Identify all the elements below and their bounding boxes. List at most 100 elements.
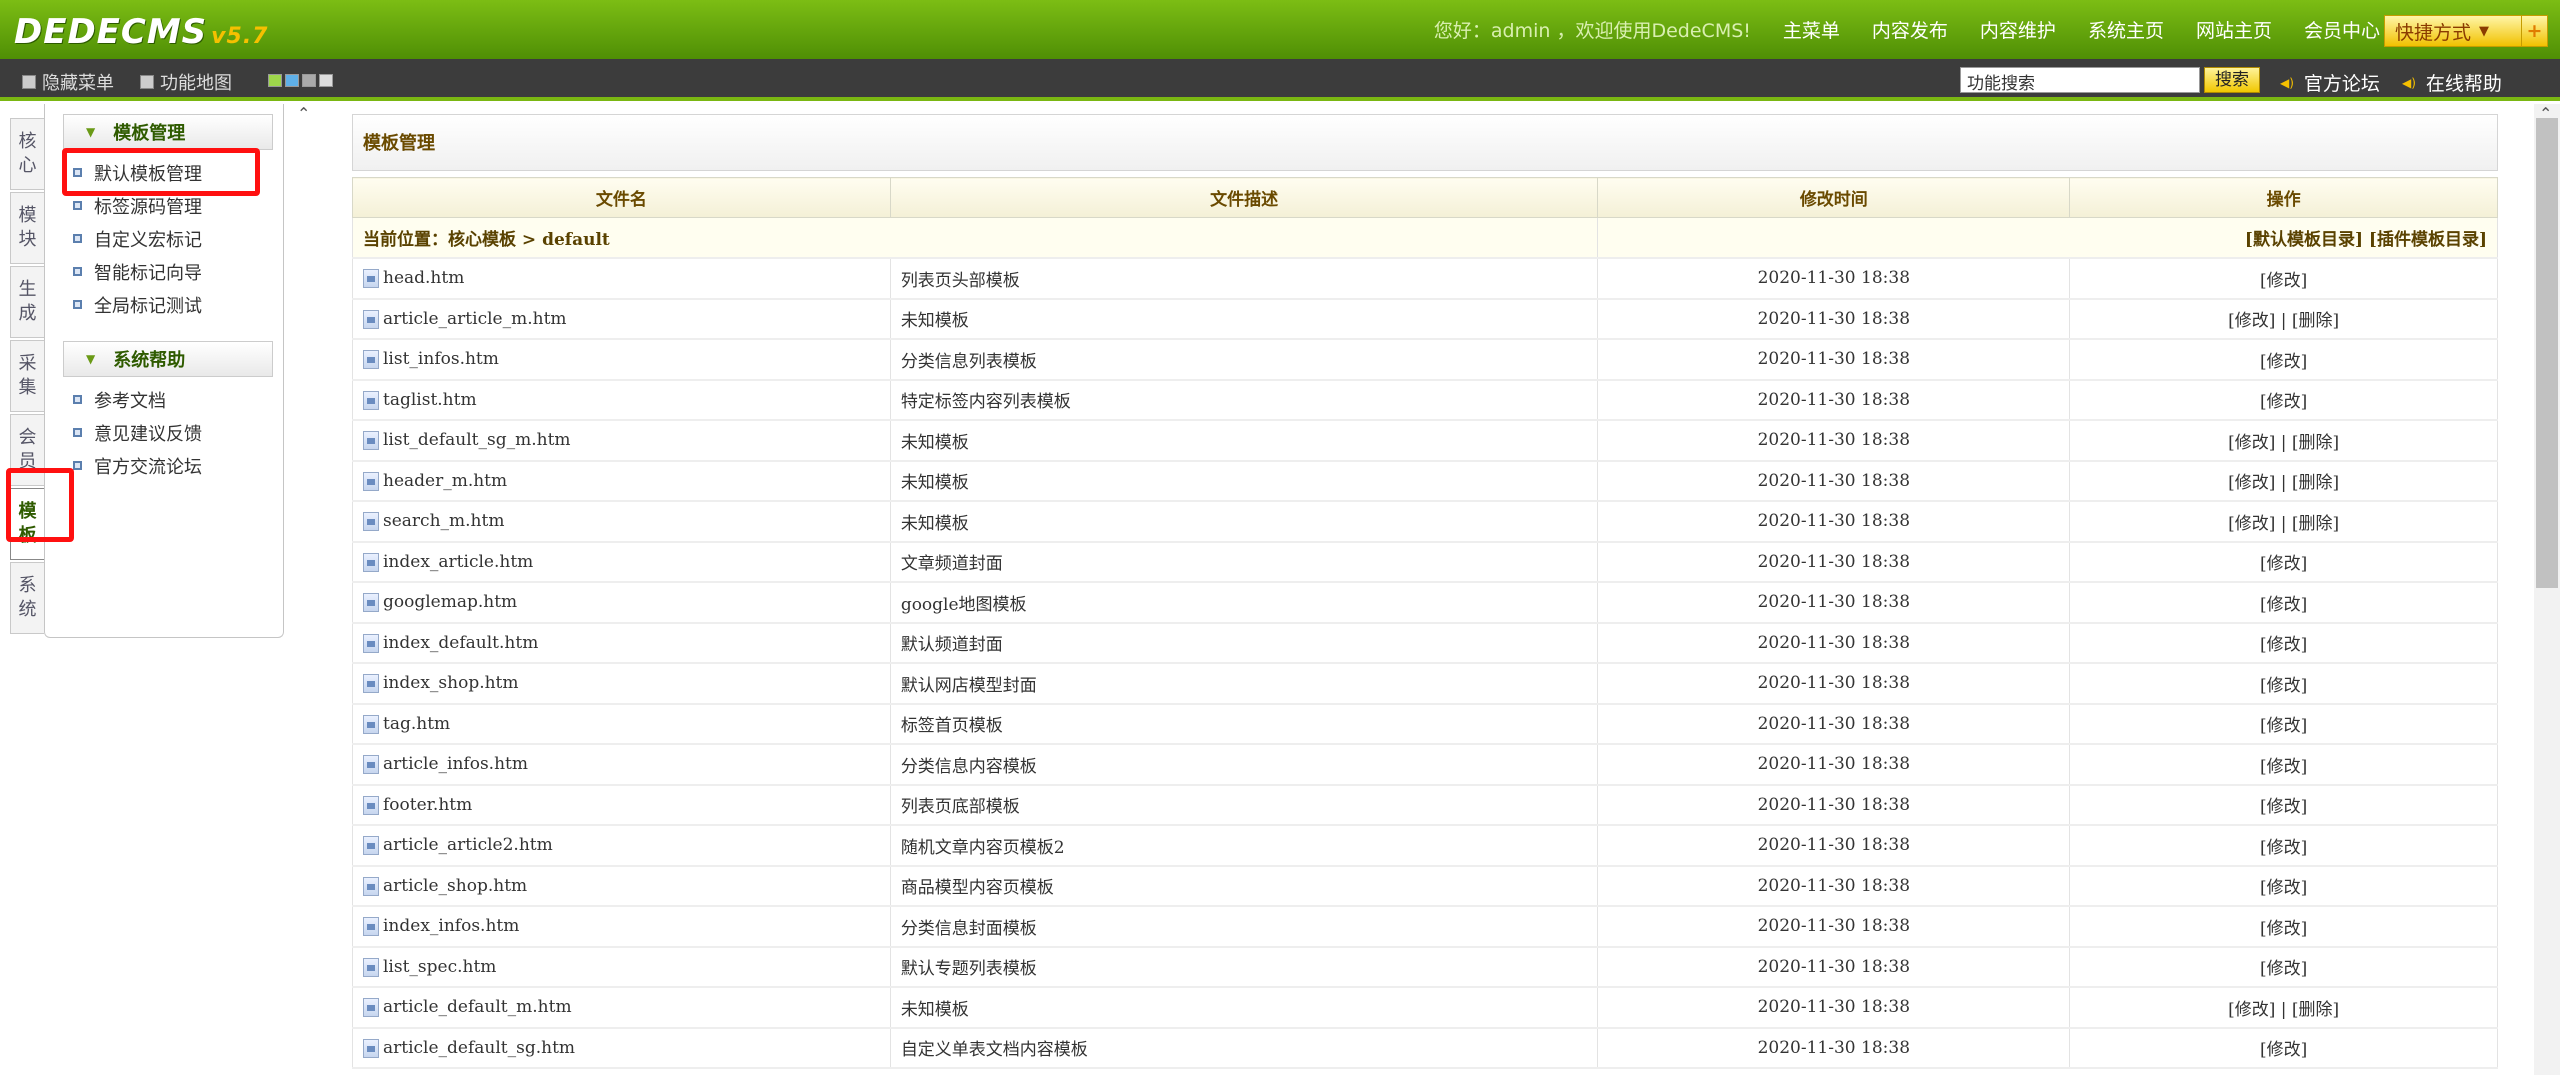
file-name-cell[interactable]: list_infos.htm xyxy=(352,338,891,381)
nav-site-home[interactable]: 网站主页 xyxy=(2196,16,2272,43)
table-row: search_m.htm 未知模板 2020-11-30 18:38 [修改] | [… xyxy=(352,500,2498,543)
actions-cell[interactable]: [修改] xyxy=(2069,622,2498,664)
file-name-cell[interactable]: article_shop.htm xyxy=(352,865,891,907)
scroll-up-icon[interactable]: ⌃ xyxy=(297,104,310,123)
skin-light[interactable] xyxy=(319,74,333,87)
file-name-cell[interactable]: article_article_m.htm xyxy=(352,298,891,340)
file-name-cell[interactable]: article_default_sg.htm xyxy=(352,1027,891,1069)
site-map-button[interactable]: 功能地图 xyxy=(140,69,232,95)
file-desc-cell: 默认专题列表模板 xyxy=(889,946,1599,988)
file-name-cell[interactable]: taglist.htm xyxy=(352,379,891,421)
hide-menu-button[interactable]: 隐藏菜单 xyxy=(22,69,114,95)
file-name-cell[interactable]: article_article2.htm xyxy=(352,824,891,867)
file-name-cell[interactable]: index_shop.htm xyxy=(352,662,891,705)
file-desc-cell: 分类信息列表模板 xyxy=(889,338,1599,381)
tab-member[interactable]: 会员 xyxy=(10,414,44,486)
skin-blue[interactable] xyxy=(285,74,299,87)
nav-content-publish[interactable]: 内容发布 xyxy=(1872,16,1948,43)
nav-member-center[interactable]: 会员中心 xyxy=(2304,16,2380,43)
file-icon xyxy=(363,512,379,532)
menu-item-tag-source[interactable]: 标签源码管理 xyxy=(73,189,283,222)
file-icon xyxy=(363,350,379,370)
actions-cell[interactable]: [修改] xyxy=(2069,662,2498,705)
modified-time-cell: 2020-11-30 18:38 xyxy=(1597,784,2071,826)
file-icon xyxy=(363,633,379,653)
actions-cell[interactable]: [修改] xyxy=(2069,703,2498,745)
nav-system-home[interactable]: 系统主页 xyxy=(2088,16,2164,43)
menu-item-tag-wizard[interactable]: 智能标记向导 xyxy=(73,255,283,288)
actions-cell[interactable]: [修改] | [删除] xyxy=(2069,986,2498,1029)
skin-gray[interactable] xyxy=(302,74,316,87)
actions-cell[interactable]: [修改] | [删除] xyxy=(2069,298,2498,340)
file-desc-cell: 未知模板 xyxy=(889,419,1599,462)
nav-content-maintain[interactable]: 内容维护 xyxy=(1980,16,2056,43)
actions-cell[interactable]: [修改] xyxy=(2069,784,2498,826)
modified-time-cell: 2020-11-30 18:38 xyxy=(1597,622,2071,664)
file-icon xyxy=(363,917,379,937)
file-name-cell[interactable]: article_infos.htm xyxy=(352,743,891,786)
file-name-cell[interactable]: search_m.htm xyxy=(352,500,891,543)
modified-time-cell: 2020-11-30 18:38 xyxy=(1597,257,2071,300)
file-name-cell[interactable]: index_default.htm xyxy=(352,622,891,664)
directory-links[interactable]: [默认模板目录] [插件模板目录] xyxy=(1597,217,2498,259)
actions-cell[interactable]: [修改] xyxy=(2069,743,2498,786)
modified-time-cell: 2020-11-30 18:38 xyxy=(1597,865,2071,907)
actions-cell[interactable]: [修改] | [删除] xyxy=(2069,419,2498,462)
file-name-cell[interactable]: footer.htm xyxy=(352,784,891,826)
menu-item-feedback[interactable]: 意见建议反馈 xyxy=(73,416,283,449)
file-name-cell[interactable]: head.htm xyxy=(352,257,891,300)
actions-cell[interactable]: [修改] xyxy=(2069,338,2498,381)
actions-cell[interactable]: [修改] xyxy=(2069,379,2498,421)
actions-cell[interactable]: [修改] xyxy=(2069,865,2498,907)
search-input[interactable]: 功能搜索 xyxy=(1960,67,2200,94)
col-modified: 修改时间 xyxy=(1597,177,2071,218)
actions-cell[interactable]: [修改] xyxy=(2069,905,2498,948)
menu-item-docs[interactable]: 参考文档 xyxy=(73,383,283,416)
quick-access-dropdown[interactable]: 快捷方式 ▼ + xyxy=(2384,15,2548,47)
tab-collect[interactable]: 采集 xyxy=(10,340,44,412)
vertical-tabs: 核心 模块 生成 采集 会员 模板 系统 xyxy=(10,118,44,636)
bullet-icon xyxy=(73,300,82,309)
file-name-cell[interactable]: tag.htm xyxy=(352,703,891,745)
scrollbar-thumb[interactable] xyxy=(2536,118,2558,588)
actions-cell[interactable]: [修改] | [删除] xyxy=(2069,460,2498,502)
tab-template[interactable]: 模板 xyxy=(10,488,44,560)
file-name-cell[interactable]: header_m.htm xyxy=(352,460,891,502)
actions-cell[interactable]: [修改] xyxy=(2069,1027,2498,1069)
add-icon[interactable]: + xyxy=(2521,16,2547,46)
menu-item-forum[interactable]: 官方交流论坛 xyxy=(73,449,283,482)
file-name-cell[interactable]: index_infos.htm xyxy=(352,905,891,948)
col-filename: 文件名 xyxy=(352,177,891,218)
table-row: list_default_sg_m.htm 未知模板 2020-11-30 18:3… xyxy=(352,419,2498,462)
actions-cell[interactable]: [修改] xyxy=(2069,946,2498,988)
file-name-cell[interactable]: index_article.htm xyxy=(352,541,891,583)
table-row: article_default_m.htm 未知模板 2020-11-30 18:3… xyxy=(352,986,2498,1029)
actions-cell[interactable]: [修改] | [删除] xyxy=(2069,500,2498,543)
table-row: index_default.htm 默认频道封面 2020-11-30 18:38[… xyxy=(352,622,2498,664)
actions-cell[interactable]: [修改] xyxy=(2069,257,2498,300)
file-desc-cell: 随机文章内容页模板2 xyxy=(889,824,1599,867)
menu-item-default-template[interactable]: 默认模板管理 xyxy=(73,156,283,189)
file-desc-cell: 默认频道封面 xyxy=(889,622,1599,664)
tab-generate[interactable]: 生成 xyxy=(10,266,44,338)
file-name-cell[interactable]: googlemap.htm xyxy=(352,581,891,624)
actions-cell[interactable]: [修改] xyxy=(2069,581,2498,624)
file-name-cell[interactable]: list_spec.htm xyxy=(352,946,891,988)
online-help-link[interactable]: ◀) 在线帮助 xyxy=(2402,69,2502,96)
menu-item-custom-macro[interactable]: 自定义宏标记 xyxy=(73,222,283,255)
search-button[interactable]: 搜索 xyxy=(2204,67,2260,93)
nav-main-menu[interactable]: 主菜单 xyxy=(1783,16,1840,43)
file-name-cell[interactable]: list_default_sg_m.htm xyxy=(352,419,891,462)
file-name-cell[interactable]: article_default_m.htm xyxy=(352,986,891,1029)
menu-item-tag-test[interactable]: 全局标记测试 xyxy=(73,288,283,321)
tab-system[interactable]: 系统 xyxy=(10,562,44,634)
greeting: 您好：admin ，欢迎使用DedeCMS! xyxy=(1433,20,1751,42)
menu-group-template[interactable]: ▼ 模板管理 xyxy=(63,114,273,150)
official-forum-link[interactable]: ◀) 官方论坛 xyxy=(2280,69,2380,96)
actions-cell[interactable]: [修改] xyxy=(2069,824,2498,867)
tab-core[interactable]: 核心 xyxy=(10,118,44,190)
skin-green[interactable] xyxy=(268,74,282,87)
actions-cell[interactable]: [修改] xyxy=(2069,541,2498,583)
tab-module[interactable]: 模块 xyxy=(10,192,44,264)
menu-group-help[interactable]: ▼ 系统帮助 xyxy=(63,341,273,377)
